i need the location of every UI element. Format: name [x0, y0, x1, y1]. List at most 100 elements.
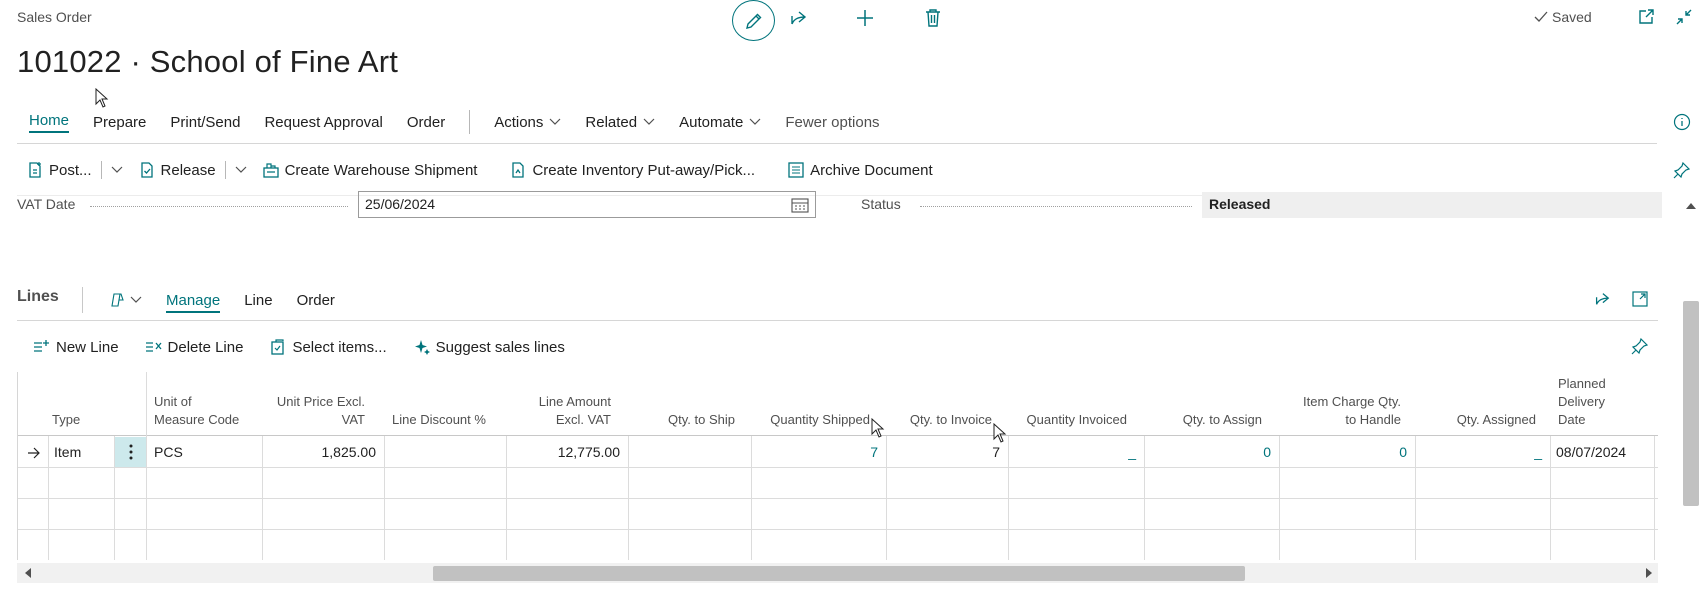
- col-uom[interactable]: Unit of Measure Code: [154, 393, 239, 429]
- col-planned-delivery[interactable]: Planned Delivery Date: [1558, 375, 1606, 429]
- archive-icon: [788, 162, 804, 178]
- delete-line-button[interactable]: Delete Line: [136, 334, 253, 360]
- cell-type[interactable]: Item: [54, 437, 81, 467]
- share-button[interactable]: [786, 6, 810, 30]
- pin-lines-actions-button[interactable]: [1628, 334, 1652, 358]
- vertical-scroll-thumb[interactable]: [1683, 301, 1699, 506]
- col-item-charge[interactable]: Item Charge Qty. to Handle: [1278, 393, 1401, 429]
- collapse-icon: [1676, 9, 1692, 25]
- lines-share-button[interactable]: [1590, 287, 1614, 311]
- post-menu-button[interactable]: [111, 157, 129, 183]
- open-new-window-button[interactable]: [1634, 5, 1658, 29]
- mouse-cursor-icon: [95, 88, 109, 108]
- inventory-document-icon: [512, 162, 525, 178]
- cell-unit-price[interactable]: 1,825.00: [268, 437, 377, 467]
- saved-label: Saved: [1552, 9, 1592, 25]
- arrow-right-icon: [28, 447, 40, 459]
- lines-expand-button[interactable]: [1628, 287, 1652, 311]
- select-items-button[interactable]: Select items...: [260, 334, 395, 360]
- row-actions-button[interactable]: [115, 437, 146, 467]
- chevron-down-icon: [235, 166, 247, 173]
- col-qty-invoiced[interactable]: Quantity Invoiced: [1003, 411, 1127, 429]
- chevron-down-icon: [549, 118, 561, 125]
- copilot-icon: [111, 293, 124, 307]
- cell-item-charge[interactable]: 0: [1285, 437, 1407, 467]
- post-button[interactable]: Post...: [17, 157, 111, 183]
- scroll-up-icon[interactable]: [1686, 202, 1696, 210]
- create-warehouse-shipment-button[interactable]: Create Warehouse Shipment: [253, 157, 487, 183]
- col-qty-assigned[interactable]: Qty. Assigned: [1412, 411, 1536, 429]
- cell-qty-assigned[interactable]: _: [1421, 437, 1542, 467]
- col-qty-to-assign[interactable]: Qty. to Assign: [1138, 411, 1262, 429]
- cell-qty-to-assign[interactable]: 0: [1150, 437, 1271, 467]
- col-qty-shipped[interactable]: Quantity Shipped: [746, 411, 870, 429]
- col-unit-price[interactable]: Unit Price Excl. VAT: [248, 393, 365, 429]
- suggest-sales-lines-button[interactable]: Suggest sales lines: [404, 334, 574, 360]
- chevron-down-icon: [643, 118, 655, 125]
- cell-uom[interactable]: PCS: [154, 437, 183, 467]
- menu-automate[interactable]: Automate: [667, 108, 773, 136]
- lines-menu: Manage Line Order: [96, 286, 347, 314]
- col-type[interactable]: Type: [52, 411, 80, 429]
- share-icon: [791, 11, 807, 25]
- menu-print-send[interactable]: Print/Send: [158, 108, 252, 136]
- select-items-icon: [271, 339, 285, 355]
- vat-date-value: 25/06/2024: [365, 196, 436, 212]
- scroll-right-icon[interactable]: [1645, 568, 1653, 578]
- lines-tab-order[interactable]: Order: [285, 292, 347, 309]
- pin-actions-button[interactable]: [1670, 158, 1694, 182]
- collapse-button[interactable]: [1672, 5, 1696, 29]
- chevron-down-icon: [130, 296, 142, 303]
- mouse-cursor-icon: [993, 423, 1007, 443]
- cell-qty-invoiced[interactable]: _: [1014, 437, 1136, 467]
- menu-request-approval[interactable]: Request Approval: [252, 108, 394, 136]
- new-line-button[interactable]: New Line: [24, 334, 128, 360]
- new-button[interactable]: [853, 6, 877, 30]
- status-value: Released: [1202, 192, 1662, 218]
- pin-icon: [1673, 161, 1691, 179]
- calendar-icon[interactable]: [791, 197, 809, 213]
- lines-separator: [82, 287, 83, 313]
- warehouse-icon: [262, 163, 279, 178]
- menu-order[interactable]: Order: [395, 108, 457, 136]
- menu-separator: [469, 110, 471, 134]
- cell-line-discount[interactable]: [390, 437, 498, 467]
- cell-line-amount[interactable]: 12,775.00: [512, 437, 620, 467]
- cell-qty-to-invoice[interactable]: 7: [892, 437, 1000, 467]
- menu-prepare[interactable]: Prepare: [81, 108, 158, 136]
- post-document-icon: [29, 162, 41, 178]
- scroll-left-icon[interactable]: [24, 568, 32, 578]
- col-qty-to-ship[interactable]: Qty. to Ship: [628, 411, 735, 429]
- col-line-amount[interactable]: Line Amount Excl. VAT: [498, 393, 611, 429]
- sparkle-icon: [414, 340, 430, 355]
- col-qty-to-invoice[interactable]: Qty. to Invoice: [878, 411, 992, 429]
- lines-tab-manage[interactable]: Manage: [154, 291, 232, 313]
- action-menu: Home Prepare Print/Send Request Approval…: [17, 108, 892, 136]
- cell-qty-shipped[interactable]: 7: [757, 437, 878, 467]
- lines-ai-button[interactable]: [96, 291, 154, 309]
- cell-planned-delivery[interactable]: 08/07/2024: [1556, 437, 1626, 467]
- vat-date-label: VAT Date: [17, 196, 76, 212]
- info-button[interactable]: [1670, 110, 1694, 134]
- cell-qty-to-ship[interactable]: [634, 437, 742, 467]
- edit-button[interactable]: [732, 0, 775, 41]
- status-leader: [920, 206, 1192, 207]
- lines-tab-line[interactable]: Line: [232, 292, 284, 309]
- menu-related[interactable]: Related: [573, 108, 667, 136]
- release-button[interactable]: Release: [129, 157, 235, 183]
- vat-date-leader: [90, 206, 348, 207]
- delete-button[interactable]: [921, 6, 945, 30]
- menu-home[interactable]: Home: [17, 108, 81, 136]
- create-inventory-pick-button[interactable]: Create Inventory Put-away/Pick...: [500, 157, 764, 183]
- plus-icon: [857, 10, 873, 26]
- horizontal-scroll-thumb[interactable]: [433, 566, 1245, 581]
- status-label: Status: [861, 196, 901, 212]
- archive-document-button[interactable]: Archive Document: [778, 157, 942, 183]
- menu-fewer-options[interactable]: Fewer options: [773, 108, 891, 136]
- pin-icon: [1631, 337, 1649, 355]
- release-menu-button[interactable]: [235, 157, 253, 183]
- col-line-discount[interactable]: Line Discount %: [392, 411, 486, 429]
- vat-date-input[interactable]: 25/06/2024: [358, 191, 816, 218]
- share-icon: [1595, 293, 1610, 305]
- menu-actions[interactable]: Actions: [482, 108, 573, 136]
